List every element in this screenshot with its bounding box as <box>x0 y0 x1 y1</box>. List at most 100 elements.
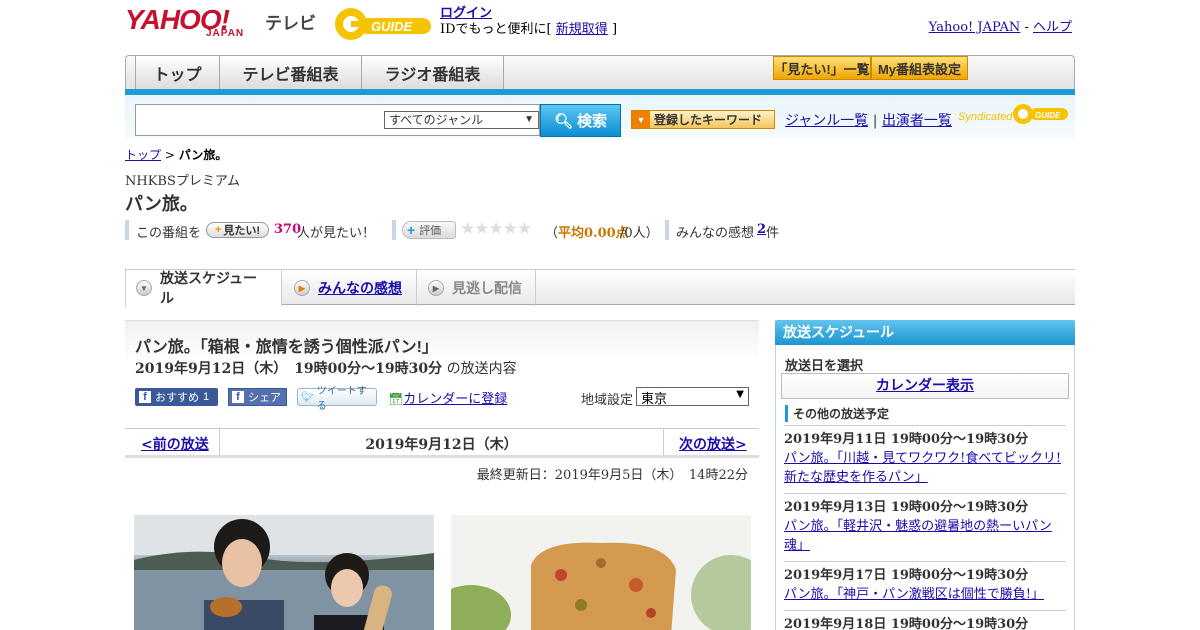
rating-button[interactable]: + 評価 <box>402 221 456 239</box>
play-icon: ▶ <box>294 280 310 296</box>
rating-count: /0人） <box>620 226 659 241</box>
select-date-label: 放送日を選択 <box>785 359 864 374</box>
photo-hosts-image <box>134 515 434 630</box>
schedule-date: 2019年9月18日 19時00分～19時30分 <box>784 617 1029 630</box>
gguide-small-icon: GUIDE <box>1013 104 1068 124</box>
stats-divider <box>125 220 129 240</box>
schedule-date: 2019年9月13日 19時00分～19時30分 <box>784 500 1029 515</box>
calendar-plus-icon: 📅︎ <box>388 392 404 406</box>
id-prefix-text: IDでもっと便利に[ <box>440 22 552 37</box>
tab-radio-schedule[interactable]: ラジオ番組表 <box>362 56 504 89</box>
gguide-small-text: GUIDE <box>1035 111 1061 120</box>
tab-schedule[interactable]: ▼ 放送スケジュール <box>125 270 282 307</box>
rating-average: 平均0.00点 <box>558 226 629 241</box>
facebook-icon: f <box>232 391 244 403</box>
tab-top[interactable]: トップ <box>135 56 220 89</box>
calendar-display-link[interactable]: カレンダー表示 <box>876 378 974 394</box>
search-icon: 🔍︎ <box>553 112 574 130</box>
impressions-count-link[interactable]: 2 <box>757 222 766 237</box>
genre-select-value: すべてのジャンル <box>389 113 484 127</box>
chevron-down-icon: ▼ <box>736 389 744 400</box>
prev-broadcast-link[interactable]: <前の放送 <box>141 434 209 454</box>
gguide-small-logo: GUIDE <box>1012 102 1068 126</box>
search-button-label: 検索 <box>577 113 608 130</box>
japan-logo-text: JAPAN <box>206 28 245 39</box>
page-title: パン旅。 <box>125 194 198 214</box>
keyword-button[interactable]: ▼ 登録したキーワード <box>631 110 775 129</box>
schedule-date: 2019年9月11日 19時00分～19時30分 <box>784 432 1029 447</box>
facebook-share-button[interactable]: f シェア <box>228 388 287 406</box>
rating-open: （ <box>545 226 559 241</box>
genre-list-link[interactable]: ジャンル一覧 <box>785 113 868 129</box>
chevron-down-icon: ▼ <box>524 114 534 125</box>
play-icon: ▶ <box>428 280 444 296</box>
other-schedule-heading: その他の放送予定 <box>785 405 889 422</box>
tab-schedule-label: 放送スケジュール <box>160 270 258 306</box>
current-date: 2019年9月12日（木） <box>365 437 518 453</box>
schedule-item: 2019年9月13日 19時00分～19時30分 パン旅。「軽井沢・魅惑の避暑地… <box>784 493 1066 555</box>
schedule-title-link[interactable]: パン旅。「川越・見てワクワク!食べてビックリ!新たな歴史を作るパン」 <box>784 449 1066 487</box>
gguide-logo-icon: GUIDE <box>335 8 431 40</box>
photo-bread-image <box>451 515 751 630</box>
episode-time: 2019年9月12日（木） 19時00分～19時30分 <box>135 361 443 377</box>
breadcrumb: トップ > パン旅。 <box>125 146 227 163</box>
sidebar-heading: 放送スケジュール <box>775 320 1075 345</box>
triangle-down-icon: ▼ <box>632 111 650 128</box>
schedule-title-link[interactable]: パン旅。「神戸・パン激戦区は個性で勝負!」 <box>784 585 1066 604</box>
twitter-bird-icon: 🐦︎ <box>301 391 314 403</box>
schedule-date: 2019年9月17日 19時00分～19時30分 <box>784 568 1029 583</box>
search-button[interactable]: 🔍︎ 検索 <box>540 104 621 137</box>
stats-divider <box>665 220 669 240</box>
tweet-label: ツイートする <box>316 386 367 412</box>
region-label: 地域設定 <box>581 393 634 408</box>
rating-stars: ★★★★★ <box>460 219 532 239</box>
schedule-item: 2019年9月18日 19時00分～19時30分 <box>784 610 1066 630</box>
help-link[interactable]: ヘルプ <box>1033 20 1072 35</box>
stats-prefix: この番組を <box>136 226 202 241</box>
episode-time-suffix: の放送内容 <box>446 361 517 377</box>
episode-time-row: 2019年9月12日（木） 19時00分～19時30分 の放送内容 <box>135 358 517 378</box>
tab-impressions-label: みんなの感想 <box>318 280 402 296</box>
facebook-recommend-button[interactable]: f おすすめ 1 <box>135 388 218 406</box>
login-box: ログイン IDでもっと便利に[ 新規取得 ] <box>440 6 617 38</box>
mitai-list-button[interactable]: 「見たい!」一覧 <box>773 56 871 80</box>
calendar-link-row: 📅︎カレンダーに登録 <box>388 388 507 407</box>
last-updated: 最終更新日：2019年9月5日（木） 14時22分 <box>476 468 748 483</box>
fb-recommend-count: 1 <box>203 391 210 403</box>
signup-link[interactable]: 新規取得 <box>556 22 608 37</box>
tab-missed-label: 見逃し配信 <box>452 280 522 296</box>
calendar-register-link[interactable]: カレンダーに登録 <box>403 392 507 407</box>
nav-divider <box>663 429 664 455</box>
episode-photo-bread <box>451 515 751 630</box>
mitai-suffix: 人が見たい！ <box>297 226 376 241</box>
mitai-button-label: 見たい! <box>223 225 261 237</box>
next-broadcast-link[interactable]: 次の放送> <box>679 434 747 454</box>
schedule-title-link[interactable]: パン旅。「軽井沢・魅惑の避暑地の熱ーいパン魂」 <box>784 517 1066 555</box>
login-link[interactable]: ログイン <box>440 6 492 21</box>
gguide-logo-text: GUIDE <box>371 19 413 34</box>
breadcrumb-current: パン旅。 <box>178 148 228 162</box>
impressions-unit: 件 <box>766 226 780 241</box>
calendar-display-box: カレンダー表示 <box>781 373 1069 399</box>
yahoo-japan-link[interactable]: Yahoo! JAPAN <box>929 20 1021 35</box>
performers-link[interactable]: 出演者一覧 <box>882 113 952 129</box>
breadcrumb-top-link[interactable]: トップ <box>125 148 161 162</box>
tv-logo-text[interactable]: テレビ <box>265 9 316 34</box>
header-links: Yahoo! JAPAN - ヘルプ <box>929 16 1072 35</box>
stats-divider <box>392 220 396 240</box>
episode-photo-hosts <box>134 515 434 630</box>
tab-impressions[interactable]: ▶ みんなの感想 <box>284 270 417 306</box>
genre-select[interactable]: すべてのジャンル ▼ <box>384 111 539 129</box>
plus-icon: + <box>407 222 416 238</box>
search-links: ジャンル一覧 | 出演者一覧 <box>785 110 952 130</box>
fb-share-label: シェア <box>248 392 281 404</box>
my-schedule-button[interactable]: My番組表設定 <box>871 56 968 80</box>
link-divider: | <box>872 113 878 129</box>
mitai-button[interactable]: + 見たい! <box>206 222 269 238</box>
tab-tv-schedule[interactable]: テレビ番組表 <box>220 56 362 89</box>
tab-missed[interactable]: ▶ 見逃し配信 <box>418 270 536 306</box>
region-select[interactable]: 東京 ▼ <box>636 387 749 407</box>
fb-recommend-label: おすすめ <box>155 392 199 404</box>
tweet-button[interactable]: 🐦︎ ツイートする <box>297 386 377 412</box>
gguide-logo[interactable]: GUIDE <box>333 6 433 42</box>
